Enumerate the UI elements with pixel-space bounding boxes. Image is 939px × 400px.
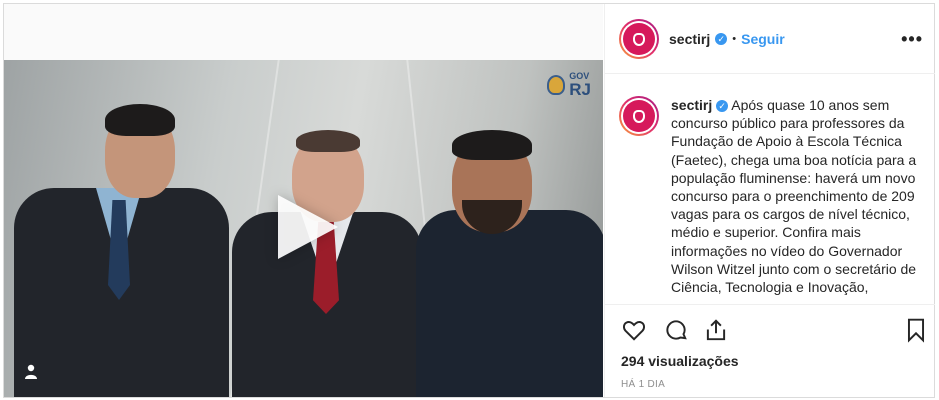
caption-text: Após quase 10 anos sem concurso público … (671, 97, 917, 296)
instagram-post: GOV RJ sectirj ✓ • Seguir ••• sectirj ✓ … (3, 3, 935, 398)
play-icon[interactable] (278, 195, 338, 259)
sectirj-logo-icon (633, 109, 645, 123)
more-options-icon[interactable]: ••• (901, 29, 923, 50)
post-sidebar: sectirj ✓ • Seguir ••• sectirj ✓ Após qu… (604, 4, 935, 397)
follow-button[interactable]: Seguir (741, 31, 785, 47)
separator-dot: • (732, 33, 737, 45)
bookmark-icon[interactable] (903, 317, 929, 343)
caption-avatar[interactable] (619, 96, 659, 136)
verified-badge-icon: ✓ (715, 33, 728, 45)
caption-area: sectirj ✓ Após quase 10 anos sem concurs… (605, 74, 935, 304)
post-timestamp[interactable]: HÁ 1 DIA (621, 379, 665, 390)
crest-icon (547, 75, 566, 95)
video-player[interactable]: GOV RJ (4, 60, 603, 397)
post-media: GOV RJ (4, 4, 603, 397)
post-header: sectirj ✓ • Seguir ••• (605, 4, 935, 74)
sectirj-logo-icon (633, 32, 645, 46)
post-actions: 294 visualizações HÁ 1 DIA (605, 304, 935, 397)
gov-logo-big-text: RJ (569, 80, 591, 99)
view-count[interactable]: 294 visualizações (621, 353, 739, 369)
header-username[interactable]: sectirj (669, 31, 710, 47)
share-icon[interactable] (703, 317, 729, 343)
tag-people-icon[interactable] (20, 361, 42, 383)
gov-rj-logo: GOV RJ (547, 72, 591, 98)
heart-icon[interactable] (621, 317, 647, 343)
verified-badge-icon: ✓ (716, 100, 729, 113)
caption-username[interactable]: sectirj (671, 97, 712, 113)
avatar[interactable] (619, 19, 659, 59)
caption-text-block: sectirj ✓ Após quase 10 anos sem concurs… (671, 96, 919, 296)
comment-icon[interactable] (663, 317, 689, 343)
